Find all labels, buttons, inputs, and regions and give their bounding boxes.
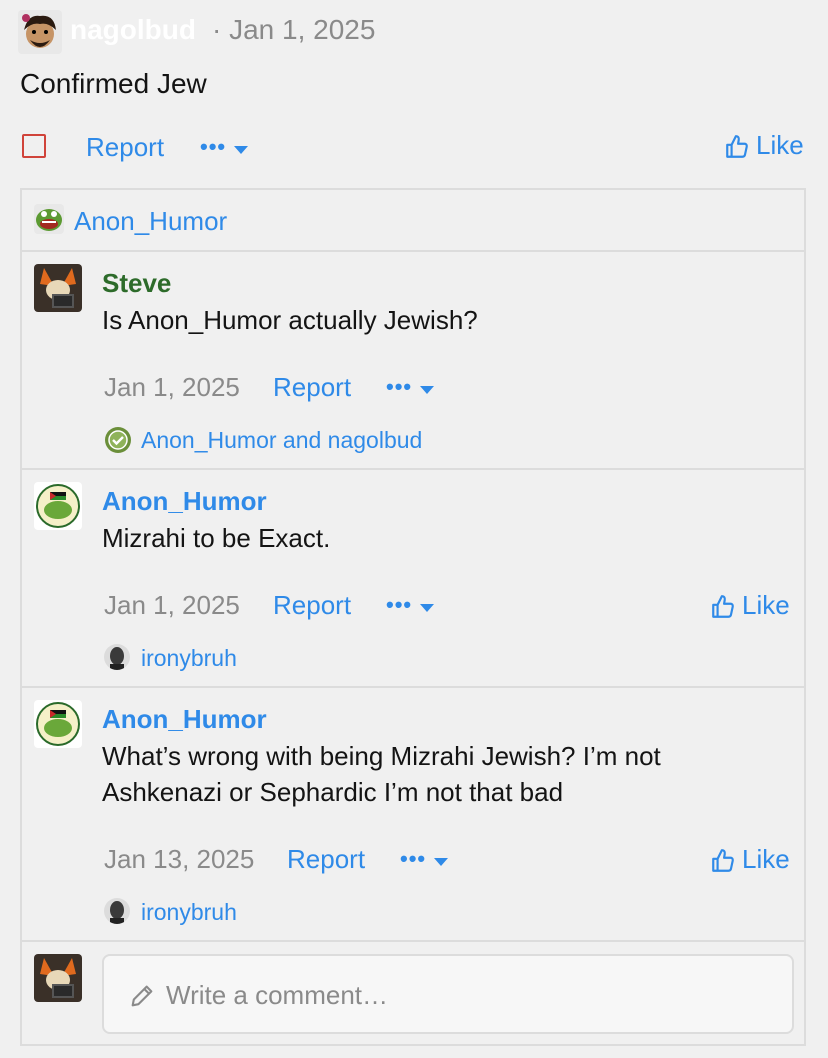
pencil-icon bbox=[131, 985, 153, 1007]
chevron-down-icon bbox=[420, 385, 435, 394]
comment-input[interactable] bbox=[164, 974, 768, 1016]
check-badge-icon bbox=[105, 427, 131, 453]
divider bbox=[22, 686, 806, 688]
comment-avatar[interactable] bbox=[34, 482, 82, 530]
reaction-users[interactable]: ironybruh bbox=[141, 899, 237, 926]
comment-input-box[interactable] bbox=[102, 954, 794, 1034]
chevron-down-icon bbox=[434, 857, 449, 866]
comment-report-link[interactable]: Report bbox=[273, 590, 351, 621]
divider bbox=[22, 250, 806, 252]
chevron-down-icon bbox=[420, 603, 435, 612]
post-like-button[interactable]: Like bbox=[724, 130, 804, 161]
comment-more-menu[interactable]: ••• bbox=[386, 592, 435, 618]
comment-text: Is Anon_Humor actually Jewish? bbox=[102, 305, 478, 335]
comment-date[interactable]: Jan 1, 2025 bbox=[104, 590, 240, 621]
comment-report-link[interactable]: Report bbox=[287, 844, 365, 875]
comment-date[interactable]: Jan 13, 2025 bbox=[104, 844, 254, 875]
comment-report-link[interactable]: Report bbox=[273, 372, 351, 403]
reaction-users[interactable]: ironybruh bbox=[141, 645, 237, 672]
comment-more-menu[interactable]: ••• bbox=[400, 846, 449, 872]
post-more-menu[interactable]: ••• bbox=[200, 134, 249, 160]
chevron-down-icon bbox=[234, 145, 249, 154]
like-label: Like bbox=[742, 844, 790, 874]
comment-avatar[interactable] bbox=[34, 700, 82, 748]
parent-author-link[interactable]: Anon_Humor bbox=[74, 206, 227, 237]
post-date[interactable]: · Jan 1, 2025 bbox=[212, 14, 375, 46]
post-date-text[interactable]: Jan 1, 2025 bbox=[229, 14, 375, 45]
post-report-link[interactable]: Report bbox=[86, 132, 164, 163]
parent-author-avatar[interactable] bbox=[34, 204, 64, 234]
reaction-icon bbox=[104, 426, 132, 459]
comment-like-button[interactable]: Like bbox=[710, 844, 790, 875]
comment-date[interactable]: Jan 1, 2025 bbox=[104, 372, 240, 403]
select-checkbox[interactable] bbox=[22, 134, 46, 158]
more-dots-icon: ••• bbox=[386, 374, 413, 399]
more-dots-icon: ••• bbox=[200, 134, 227, 159]
thumbs-up-icon bbox=[726, 135, 748, 158]
post-author-avatar[interactable] bbox=[18, 10, 62, 54]
like-label: Like bbox=[756, 130, 804, 160]
comment-author[interactable]: Anon_Humor bbox=[102, 704, 267, 735]
divider bbox=[22, 940, 806, 942]
post-author-name[interactable]: nagolbud bbox=[70, 14, 196, 46]
reactor-avatar[interactable] bbox=[104, 898, 130, 924]
post-body: Confirmed Jew bbox=[20, 68, 207, 99]
comment-author[interactable]: Steve bbox=[102, 268, 171, 299]
reactor-avatar[interactable] bbox=[104, 644, 130, 670]
thumbs-up-icon bbox=[712, 849, 734, 872]
comment-text: What’s wrong with being Mizrahi Jewish? … bbox=[102, 741, 661, 807]
date-separator: · bbox=[212, 14, 230, 45]
comment-text: Mizrahi to be Exact. bbox=[102, 523, 331, 553]
divider bbox=[22, 468, 806, 470]
thumbs-up-icon bbox=[712, 595, 734, 618]
reaction-users[interactable]: Anon_Humor and nagolbud bbox=[141, 427, 422, 454]
like-label: Like bbox=[742, 590, 790, 620]
comment-avatar[interactable] bbox=[34, 264, 82, 312]
comment-like-button[interactable]: Like bbox=[710, 590, 790, 621]
current-user-avatar bbox=[34, 954, 82, 1002]
comment-author[interactable]: Anon_Humor bbox=[102, 486, 267, 517]
more-dots-icon: ••• bbox=[386, 592, 413, 617]
comment-more-menu[interactable]: ••• bbox=[386, 374, 435, 400]
more-dots-icon: ••• bbox=[400, 846, 427, 871]
